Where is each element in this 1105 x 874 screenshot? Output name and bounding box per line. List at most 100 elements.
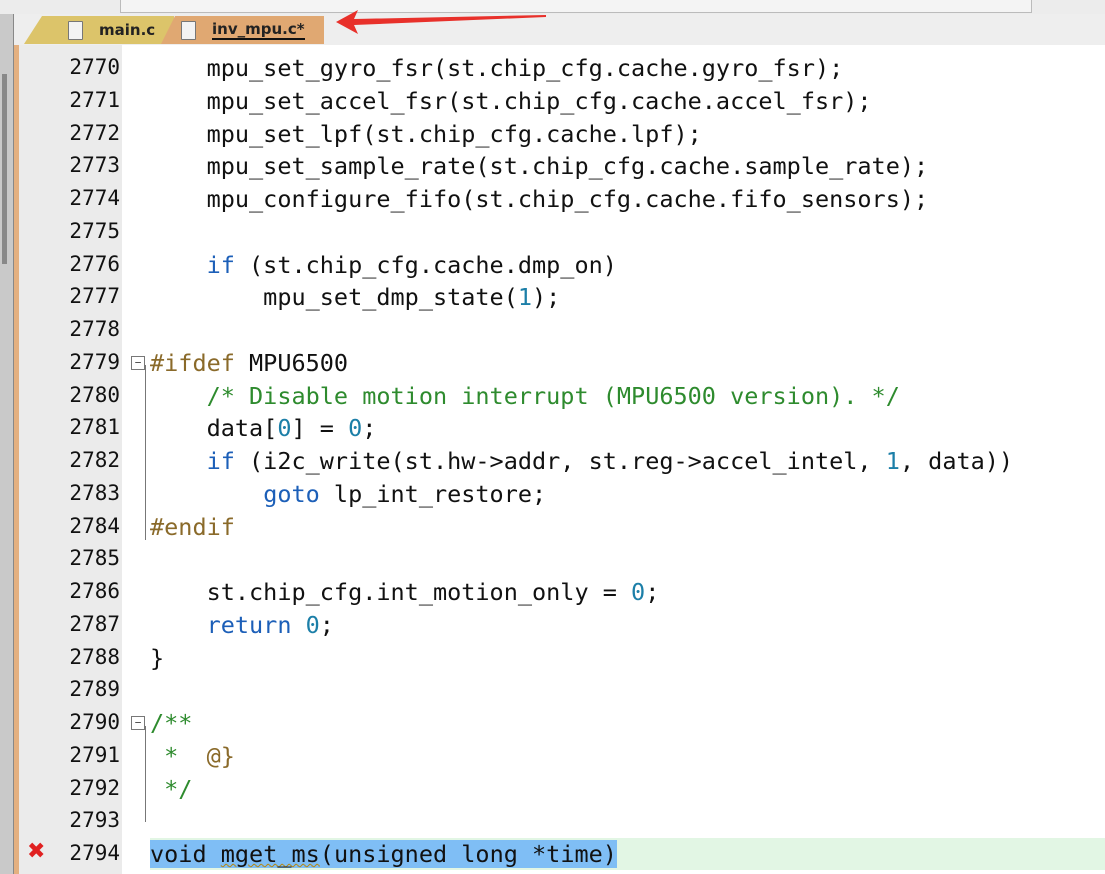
code-token: (unsigned long *time) (319, 840, 617, 868)
code-text: mpu_configure_fifo(st.chip_cfg.cache.fif… (150, 185, 929, 213)
code-token: /* Disable motion interrupt (MPU6500 ver… (206, 381, 900, 410)
code-token: 0 (277, 414, 292, 443)
code-token: ); (532, 283, 561, 312)
code-token: (i2c_write(st.hw->addr, st.reg->accel_in… (234, 447, 886, 475)
code-line[interactable]: 2771 mpu_set_accel_fsr(st.chip_cfg.cache… (19, 85, 1105, 117)
code-token: (st.chip_cfg.cache.dmp_on) (234, 250, 617, 279)
line-number: 2775 (69, 218, 120, 243)
code-line[interactable]: 2786 st.chip_cfg.int_motion_only = 0; (19, 576, 1105, 608)
code-line[interactable]: 2773 mpu_set_sample_rate(st.chip_cfg.cac… (19, 150, 1105, 182)
line-number: 2786 (69, 579, 120, 603)
code-text: /** (150, 709, 192, 737)
code-token: mpu_set_accel_fsr(st.chip_cfg.cache.acce… (150, 86, 872, 115)
code-text: } (150, 644, 164, 672)
code-line[interactable]: 2788} (19, 642, 1105, 674)
top-toolbar-strip (0, 0, 1105, 15)
code-line[interactable]: 2785 (19, 543, 1105, 575)
code-text: #ifdef MPU6500 (150, 349, 348, 377)
code-line[interactable]: 2791 * @} (19, 740, 1105, 772)
code-line[interactable]: 2780 /* Disable motion interrupt (MPU650… (19, 380, 1105, 412)
code-line[interactable]: 2777 mpu_set_dmp_state(1); (19, 281, 1105, 313)
code-text: mpu_set_sample_rate(st.chip_cfg.cache.sa… (150, 152, 929, 180)
code-line[interactable]: 2792 */ (19, 773, 1105, 805)
code-line[interactable]: 2770 mpu_set_gyro_fsr(st.chip_cfg.cache.… (19, 52, 1105, 84)
code-token: 1 (517, 283, 533, 312)
code-line[interactable]: 2776 if (st.chip_cfg.cache.dmp_on) (19, 249, 1105, 281)
code-token: st.chip_cfg.int_motion_only = (150, 578, 632, 606)
fold-toggle-icon[interactable]: − (131, 355, 145, 370)
code-token: ; (645, 578, 660, 606)
code-token: 0 (305, 610, 320, 639)
tab-label: inv_mpu.c* (212, 20, 305, 40)
code-line[interactable]: 2774 mpu_configure_fifo(st.chip_cfg.cach… (19, 183, 1105, 215)
error-marker-icon[interactable]: ✖ (27, 839, 45, 864)
code-line[interactable]: 2787 return 0; (19, 609, 1105, 641)
code-text: if (i2c_write(st.hw->addr, st.reg->accel… (150, 447, 1013, 475)
line-number: 2788 (69, 644, 120, 669)
line-number: 2785 (69, 546, 120, 571)
line-number: 2789 (69, 677, 120, 702)
code-line[interactable]: 2794 ✖ void mget_ms(unsigned long *time) (27, 838, 1105, 870)
code-line[interactable]: 2790−/** (19, 707, 1105, 739)
code-text: data[0] = 0; (150, 414, 377, 443)
code-token: if (206, 447, 235, 475)
code-token: ; (362, 414, 377, 443)
code-text: * @} (150, 742, 235, 770)
code-line[interactable]: 2779− #ifdef MPU6500 (19, 347, 1105, 379)
file-icon (181, 20, 196, 40)
code-editor[interactable]: 2770 mpu_set_gyro_fsr(st.chip_cfg.cache.… (14, 45, 1105, 874)
line-number: 2781 (69, 415, 120, 440)
code-line[interactable]: 2783 goto lp_int_restore; (19, 478, 1105, 510)
line-number: 2773 (69, 153, 120, 178)
code-text: mpu_set_dmp_state(1); (150, 283, 560, 311)
code-token: if (206, 250, 235, 279)
line-number: 2784 (69, 513, 120, 538)
line-number: 2791 (69, 742, 120, 767)
code-line[interactable]: 2781 data[0] = 0; (19, 412, 1105, 444)
code-line[interactable]: 2784 #endif (19, 511, 1105, 543)
code-token: @} (206, 741, 235, 770)
line-number: 2772 (69, 120, 120, 145)
code-token: ; (319, 610, 334, 639)
code-token: ] = (291, 414, 349, 443)
line-number: 2782 (69, 448, 120, 472)
code-text: st.chip_cfg.int_motion_only = 0; (150, 578, 660, 606)
code-line[interactable]: 2782 if (i2c_write(st.hw->addr, st.reg->… (19, 445, 1105, 477)
line-number: 2792 (69, 775, 120, 800)
code-token: lp_int_restore; (319, 479, 547, 508)
code-text: if (st.chip_cfg.cache.dmp_on) (150, 251, 617, 279)
code-text: mpu_set_gyro_fsr(st.chip_cfg.cache.gyro_… (150, 54, 844, 82)
line-number: 2780 (69, 382, 120, 407)
line-number: 2793 (69, 808, 120, 833)
code-text: #endif (150, 513, 235, 541)
left-panel-edge (0, 14, 14, 874)
code-token: #endif (150, 512, 235, 541)
line-number: 2770 (69, 55, 120, 79)
code-line[interactable]: 2772 mpu_set_lpf(st.chip_cfg.cache.lpf); (19, 118, 1105, 150)
tab-main-c[interactable]: main.c (24, 16, 174, 44)
code-text: mpu_set_lpf(st.chip_cfg.cache.lpf); (150, 120, 702, 148)
tab-inv-mpu-c[interactable]: inv_mpu.c* (161, 16, 324, 44)
line-number: 2778 (69, 317, 120, 341)
line-number: 2787 (69, 611, 120, 636)
editor-tab-bar: main.c inv_mpu.c* (14, 14, 1105, 45)
code-token: mpu_set_lpf(st.chip_cfg.cache.lpf); (150, 119, 702, 148)
code-line[interactable]: 2778 (19, 314, 1105, 346)
code-line[interactable]: 2775 (19, 216, 1105, 248)
code-line[interactable]: 2789 (19, 674, 1105, 706)
code-line[interactable]: 2793 (19, 805, 1105, 837)
line-number: 2779 (69, 349, 120, 374)
line-number: 2783 (69, 480, 120, 505)
fold-toggle-icon[interactable]: − (131, 716, 145, 730)
code-token: , data)) (899, 447, 1014, 475)
code-token: goto (263, 479, 320, 508)
code-token: mpu_set_dmp_state( (150, 283, 518, 312)
line-number: 2790 (69, 710, 120, 734)
line-number: 2777 (69, 284, 120, 309)
code-token: 1 (885, 447, 900, 475)
